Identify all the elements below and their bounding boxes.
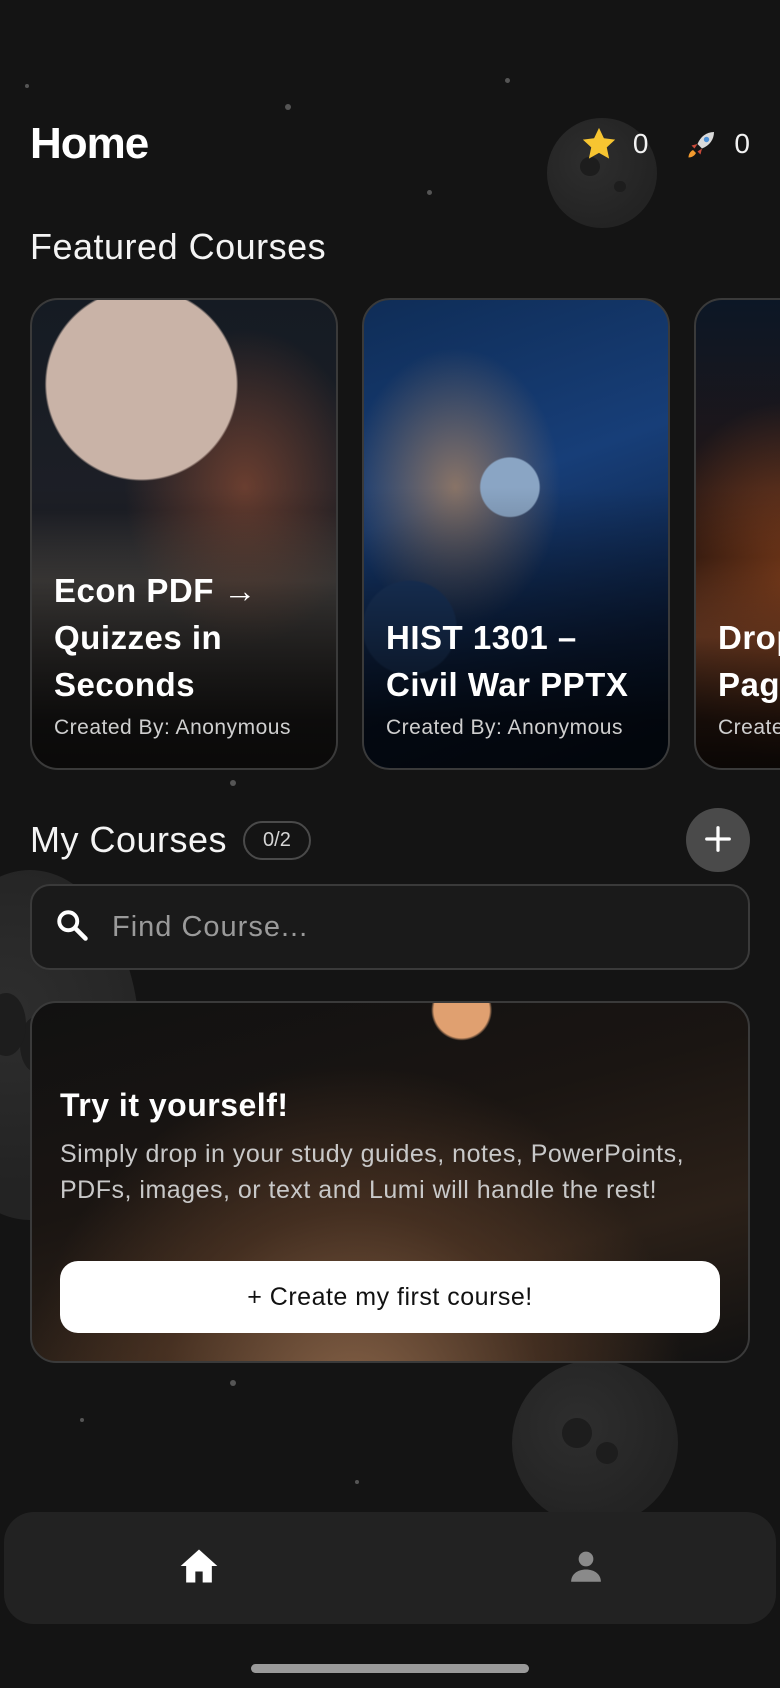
my-courses-header: My Courses 0/2 [30, 808, 750, 872]
card-title: Drop Pag [718, 619, 780, 703]
rocket-icon [684, 126, 720, 162]
promo-title: Try it yourself! [60, 1087, 289, 1123]
star-icon [579, 125, 619, 163]
featured-carousel[interactable]: Econ PDF → Quizzes in Seconds Created By… [30, 298, 780, 770]
star-dot [230, 780, 236, 786]
page-title: Home [30, 119, 149, 168]
star-dot [427, 190, 432, 195]
nav-home[interactable] [173, 1542, 225, 1594]
star-dot [285, 104, 291, 110]
nav-profile[interactable] [560, 1542, 612, 1594]
my-courses-title: My Courses [30, 819, 228, 860]
header: Home 0 0 [30, 112, 750, 176]
rockets-value: 0 [734, 128, 750, 159]
plus-icon [703, 824, 733, 857]
stars-value: 0 [632, 128, 649, 159]
search-bar[interactable] [30, 884, 750, 970]
card-title: Econ PDF → Quizzes in Seconds [54, 572, 258, 703]
home-indicator [251, 1664, 529, 1673]
card-author: Created By: Anonymous [386, 716, 623, 739]
add-course-button[interactable] [686, 808, 750, 872]
stars-counter[interactable]: 0 [579, 125, 649, 163]
home-icon [177, 1544, 221, 1593]
featured-courses-title: Featured Courses [30, 226, 327, 267]
search-icon [54, 907, 90, 948]
star-dot [25, 84, 29, 88]
person-icon [565, 1545, 607, 1592]
featured-course-card[interactable]: Drop Pag Create [694, 298, 780, 770]
moon-decoration [512, 1360, 678, 1526]
card-title: HIST 1301 – Civil War PPTX [386, 619, 629, 703]
star-dot [505, 78, 510, 83]
course-count-badge: 0/2 [243, 820, 311, 860]
stats: 0 0 [579, 125, 750, 163]
rockets-counter[interactable]: 0 [684, 126, 750, 162]
card-author: Created By: Anonymous [54, 716, 291, 739]
search-input[interactable] [112, 910, 672, 944]
star-dot [355, 1480, 359, 1484]
featured-course-card[interactable]: Econ PDF → Quizzes in Seconds Created By… [30, 298, 338, 770]
star-dot [230, 1380, 236, 1386]
card-author: Create [718, 716, 780, 739]
create-first-course-button[interactable]: + Create my first course! [60, 1261, 720, 1333]
featured-course-card[interactable]: HIST 1301 – Civil War PPTX Created By: A… [362, 298, 670, 770]
bottom-nav [4, 1512, 776, 1624]
promo-body: Simply drop in your study guides, notes,… [60, 1140, 685, 1204]
promo-card: Try it yourself! Simply drop in your stu… [30, 1001, 750, 1363]
star-dot [80, 1418, 84, 1422]
